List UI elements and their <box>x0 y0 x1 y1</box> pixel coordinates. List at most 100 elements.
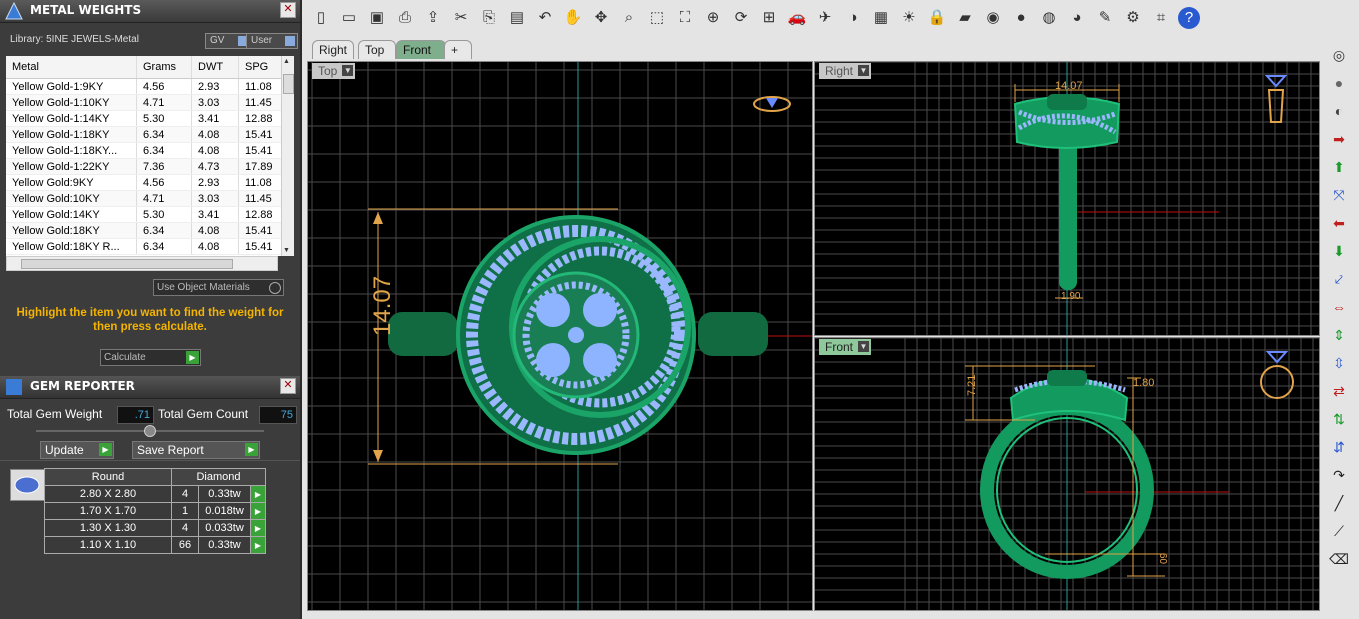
row-go-icon[interactable]: ▶ <box>250 502 266 520</box>
render-sphere-icon[interactable]: ◎ <box>1328 44 1350 66</box>
color-wheel-icon[interactable]: ◉ <box>982 7 1004 29</box>
sphere-wire-icon[interactable]: ◍ <box>1038 7 1060 29</box>
gear-icon[interactable]: ⚙ <box>1122 7 1144 29</box>
table-row[interactable]: Yellow Gold-1:18KY... 6.34 4.08 15.41 <box>6 142 282 159</box>
table-row[interactable]: Yellow Gold-1:14KY 5.30 3.41 12.88 <box>6 110 282 127</box>
viewport-front-label[interactable]: Front ▼ <box>819 339 872 355</box>
table-row[interactable]: Yellow Gold-1:10KY 4.71 3.03 11.45 <box>6 94 282 111</box>
viewport-right-label[interactable]: Right ▼ <box>819 63 872 79</box>
table-row[interactable]: Yellow Gold:18KY R... 6.34 4.08 15.41 <box>6 238 282 255</box>
arrow-up-icon[interactable]: ⬆ <box>1328 156 1350 178</box>
copy-icon[interactable]: ⎘ <box>478 7 500 29</box>
axis-icon[interactable]: ⤧ <box>1328 184 1350 206</box>
cut-icon[interactable]: ✂ <box>450 7 472 29</box>
zoom-window-icon[interactable]: ⬚ <box>646 7 668 29</box>
row-go-icon[interactable]: ▶ <box>250 536 266 554</box>
col-grams[interactable]: Grams <box>136 56 192 79</box>
arrows-horizontal-icon[interactable]: ⇔ <box>1328 296 1350 318</box>
arrows-vertical-icon[interactable]: ⇕ <box>1328 324 1350 346</box>
close-icon[interactable]: ✕ <box>280 378 296 394</box>
table-row[interactable]: 1.30 X 1.30 4 0.033tw ▶ <box>44 519 266 537</box>
pencil-icon[interactable]: ✎ <box>1094 7 1116 29</box>
user-toggle[interactable]: User <box>246 33 298 49</box>
tab-top[interactable]: Top <box>358 40 396 59</box>
export-icon[interactable]: ⇪ <box>422 7 444 29</box>
open-icon[interactable]: ▭ <box>338 7 360 29</box>
ring-side-nav-icon[interactable] <box>1267 89 1285 123</box>
new-icon[interactable]: ▯ <box>310 7 332 29</box>
transform-icon[interactable]: ⌗ <box>1150 7 1172 29</box>
update-button[interactable]: Update ▶ <box>40 441 114 459</box>
table-row[interactable]: Yellow Gold:14KY 5.30 3.41 12.88 <box>6 206 282 223</box>
metal-table-vscroll[interactable]: ▲ ▼ <box>281 56 294 256</box>
help-icon[interactable]: ? <box>1178 7 1200 29</box>
line-dashed-icon[interactable]: ⟋ <box>1328 520 1350 542</box>
tab-add[interactable]: + <box>444 40 472 59</box>
col-metal[interactable]: Metal <box>6 56 137 79</box>
sphere-blue-icon[interactable]: ◕ <box>1066 7 1088 29</box>
chevron-down-icon[interactable]: ▼ <box>858 341 870 352</box>
table-row[interactable]: 1.10 X 1.10 66 0.33tw ▶ <box>44 536 266 554</box>
arrow-down-icon[interactable]: ⬇ <box>1328 240 1350 262</box>
save-report-button[interactable]: Save Report ▶ <box>132 441 260 459</box>
close-icon[interactable]: ✕ <box>280 2 296 18</box>
zoom-icon[interactable]: ⌕ <box>618 7 640 29</box>
bulb-icon[interactable]: ● <box>1328 72 1350 94</box>
calculate-button[interactable]: Calculate ▶ <box>100 349 201 366</box>
rotate-view-icon[interactable]: ⟳ <box>730 7 752 29</box>
light-icon[interactable]: ☀ <box>898 7 920 29</box>
tab-front[interactable]: Front <box>396 40 446 59</box>
chevron-down-icon[interactable]: ▼ <box>342 65 354 76</box>
row-go-icon[interactable]: ▶ <box>250 519 266 537</box>
arrows-diag-icon[interactable]: ⇳ <box>1328 352 1350 374</box>
col-spg[interactable]: SPG <box>238 56 282 79</box>
car-icon[interactable]: 🚗 <box>786 7 808 29</box>
arrows-in-vertical-icon[interactable]: ⇅ <box>1328 408 1350 430</box>
layer-icon[interactable]: ▰ <box>954 7 976 29</box>
zoom-extents-icon[interactable]: ⛶ <box>674 7 696 29</box>
table-row[interactable]: Yellow Gold-1:18KY 6.34 4.08 15.41 <box>6 126 282 143</box>
print-icon[interactable]: ⎙ <box>394 7 416 29</box>
metal-table[interactable]: Metal Grams DWT SPG Yellow Gold-1:9KY 4.5… <box>6 56 294 256</box>
tab-right[interactable]: Right <box>312 40 354 59</box>
arrows-in-diag-icon[interactable]: ⇵ <box>1328 436 1350 458</box>
metal-table-hscroll[interactable] <box>6 256 278 271</box>
four-view-icon[interactable]: ⊞ <box>758 7 780 29</box>
move-icon[interactable]: ✥ <box>590 7 612 29</box>
sphere-shaded-icon[interactable]: ● <box>1010 7 1032 29</box>
viewport-top[interactable]: 14.07 Top ▼ <box>307 61 813 611</box>
measure-icon[interactable]: ◑ <box>842 7 864 29</box>
eraser-icon[interactable]: ⌫ <box>1328 548 1350 570</box>
axis-down-icon[interactable]: ⤦ <box>1328 268 1350 290</box>
snap-icon[interactable]: ▦ <box>870 7 892 29</box>
curve-icon[interactable]: ↷ <box>1328 464 1350 486</box>
hscroll-thumb[interactable] <box>21 259 233 269</box>
viewport-right[interactable]: 14.07 1.90 Right ▼ <box>814 61 1320 336</box>
chevron-down-icon[interactable]: ▼ <box>858 65 870 76</box>
arrow-left-icon[interactable]: ⬅ <box>1328 212 1350 234</box>
paste-icon[interactable]: ▤ <box>506 7 528 29</box>
plane-icon[interactable]: ✈ <box>814 7 836 29</box>
collapse-handle[interactable] <box>144 425 156 437</box>
gem-shape-thumbnail[interactable] <box>10 469 45 501</box>
table-row[interactable]: Yellow Gold:18KY 6.34 4.08 15.41 <box>6 222 282 239</box>
table-row[interactable]: 1.70 X 1.70 1 0.018tw ▶ <box>44 502 266 520</box>
sphere-icon[interactable]: ◐ <box>1328 100 1350 122</box>
table-row[interactable]: Yellow Gold-1:9KY 4.56 2.93 11.08 <box>6 78 282 95</box>
row-go-icon[interactable]: ▶ <box>250 485 266 503</box>
table-row[interactable]: Yellow Gold:10KY 4.71 3.03 11.45 <box>6 190 282 207</box>
table-row[interactable]: Yellow Gold-1:22KY 7.36 4.73 17.89 <box>6 158 282 175</box>
lock-icon[interactable]: 🔒 <box>926 7 948 29</box>
pan-icon[interactable]: ✋ <box>562 7 584 29</box>
viewport-front[interactable]: 7.21 1.80 09 Front ▼ <box>814 337 1320 611</box>
zoom-dynamic-icon[interactable]: ⊕ <box>702 7 724 29</box>
viewport-top-label[interactable]: Top ▼ <box>312 63 356 79</box>
save-icon[interactable]: ▣ <box>366 7 388 29</box>
gem-table[interactable]: Round Diamond 2.80 X 2.80 4 0.33tw ▶ 1.70 X … <box>44 468 266 554</box>
use-object-materials[interactable]: Use Object Materials <box>153 279 284 296</box>
table-row[interactable]: 2.80 X 2.80 4 0.33tw ▶ <box>44 485 266 503</box>
col-dwt[interactable]: DWT <box>191 56 239 79</box>
line-icon[interactable]: ╱ <box>1328 492 1350 514</box>
table-row[interactable]: Yellow Gold:9KY 4.56 2.93 11.08 <box>6 174 282 191</box>
gv-toggle[interactable]: GV <box>205 33 251 49</box>
